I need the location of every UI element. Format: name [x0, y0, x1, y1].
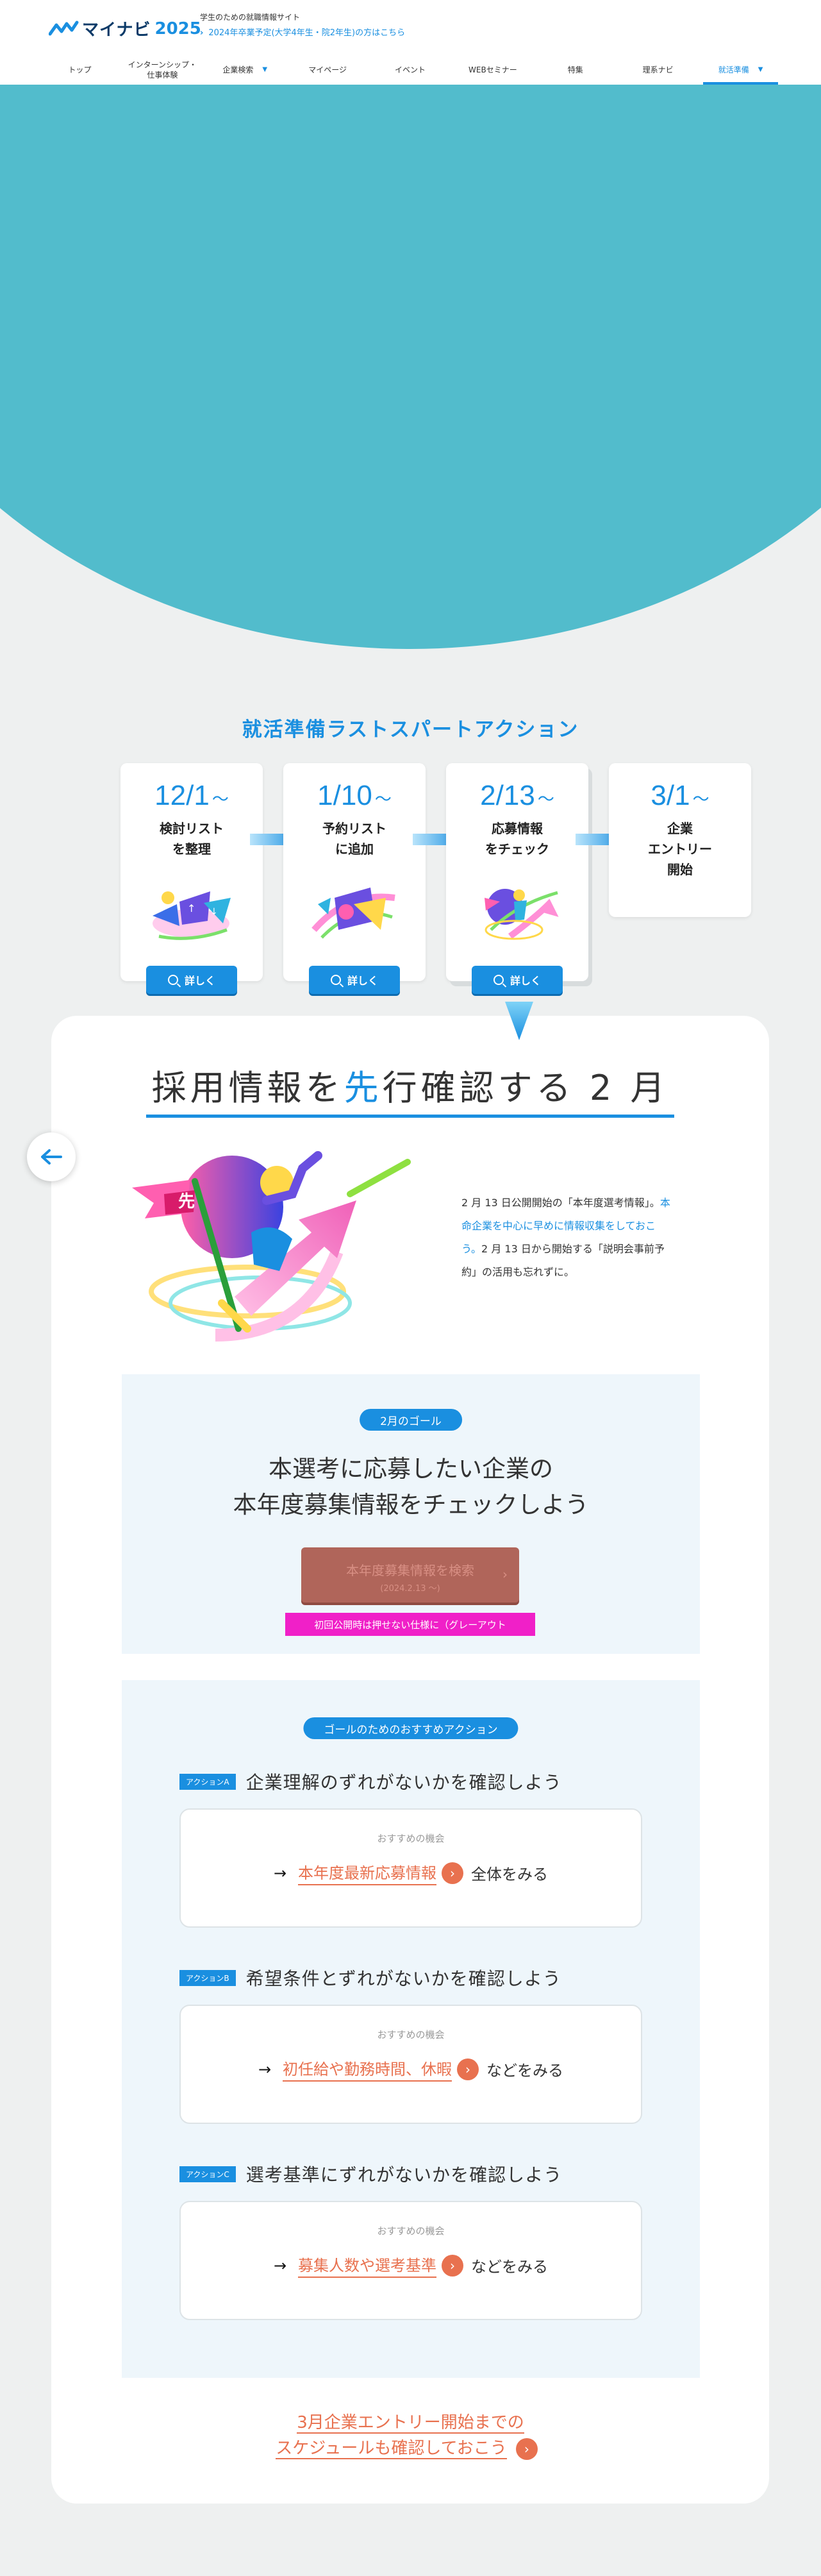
chevron-right-icon[interactable]: › — [457, 2058, 479, 2080]
step-date: 12/1 ～ — [154, 780, 229, 811]
svg-text:↓: ↓ — [210, 907, 218, 917]
step-date: 3/1 ～ — [651, 780, 709, 811]
action-card-caption: おすすめの機会 — [377, 2225, 445, 2237]
details-button-feb[interactable]: 詳しく — [472, 966, 563, 994]
search-icon — [167, 975, 178, 985]
step-label: 予約リスト に追加 — [322, 821, 386, 857]
section-title: 就活準備ラストスパートアクション — [242, 718, 579, 741]
chevron-right-icon[interactable]: › — [442, 2254, 464, 2277]
february-hero-illustration: 先 — [132, 1151, 411, 1342]
action-tag: アクションA — [179, 1773, 236, 1790]
step-date: 1/10 ～ — [317, 780, 392, 811]
monthly-goal-box: 2月のゴール 本選考に応募したい企業の 本年度募集情報をチェックしよう 本年度募… — [122, 1374, 700, 1654]
list-organize-illustration: ↑ ↓ — [153, 891, 231, 940]
site-tagline: 学生のための就職情報サイト — [200, 13, 301, 22]
step-card-mar: 3/1 ～ 企業 エントリー 開始 — [609, 763, 751, 917]
active-step-pointer — [505, 1002, 533, 1040]
search-icon — [493, 975, 504, 985]
chevron-right-icon: › — [502, 1567, 508, 1582]
action-card-caption: おすすめの機会 — [377, 1833, 445, 1844]
previous-month-button[interactable] — [27, 1132, 76, 1181]
headcount-criteria-link[interactable]: 募集人数や選考基準 — [298, 2253, 437, 2278]
action-a-card: おすすめの機会 → 本年度最新応募情報 › 全体をみる — [179, 1808, 642, 1928]
global-nav: トップ インターンシップ・ 仕事体験 企業検索 ▼ マイページ イベント WEBセ… — [38, 55, 782, 85]
step-label: 企業 エントリー 開始 — [648, 821, 712, 877]
action-a-link-row: → 本年度最新応募情報 › 全体をみる — [181, 1860, 641, 1885]
hero-banner — [0, 85, 821, 649]
step-card-dec: 12/1 ～ 検討リスト を整理 ↑ ↓ 詳しく — [120, 763, 263, 994]
details-button-jan[interactable]: 詳しく — [309, 966, 400, 994]
action-c-link-row: → 募集人数や選考基準 › などをみる — [181, 2253, 641, 2278]
page-headline: 採用情報を先行確認する 2 月 — [151, 1068, 669, 1108]
goal-pill: 2月のゴール — [360, 1409, 462, 1431]
action-tag: アクションB — [179, 1969, 236, 1986]
action-title: 企業理解のずれがないかを確認しよう — [245, 1772, 562, 1793]
disabled-state-note: 初回公開時は押せない仕様に（グレーアウト — [285, 1613, 535, 1636]
action-title: 選考基準にずれがないかを確認しよう — [245, 2164, 563, 2185]
reservation-add-illustration — [311, 888, 395, 939]
step-card-jan: 1/10 ～ 予約リスト に追加 詳しく — [283, 763, 426, 994]
site-header: マイナビ 2025 学生のための就職情報サイト 2024年卒業予定(大学4年生・… — [0, 0, 821, 85]
application-check-illustration — [485, 889, 559, 940]
details-button-dec[interactable]: 詳しく — [146, 966, 237, 994]
logo-text: マイナビ — [82, 21, 151, 40]
nav-item-feature[interactable]: 特集 — [534, 55, 617, 85]
goal-text: 本選考に応募したい企業の 本年度募集情報をチェックしよう — [233, 1455, 589, 1519]
nav-item-web-seminar[interactable]: WEBセミナー — [451, 55, 534, 85]
action-card-caption: おすすめの機会 — [377, 2029, 445, 2041]
action-b-heading: アクションB 希望条件とずれがないかを確認しよう — [179, 1965, 561, 1991]
search-icon — [330, 975, 341, 985]
action-c-card: おすすめの機会 → 募集人数や選考基準 › などをみる — [179, 2201, 642, 2320]
action-tag: アクションC — [179, 2166, 236, 2182]
actions-pill: ゴールのためのおすすめアクション — [303, 1717, 518, 1739]
nav-item-internship[interactable]: インターンシップ・ 仕事体験 — [121, 55, 204, 85]
action-b-link-row: → 初任給や勤務時間、休暇 › などをみる — [181, 2057, 641, 2082]
action-title: 希望条件とずれがないかを確認しよう — [245, 1968, 561, 1989]
arrow-right-icon: → — [258, 2060, 272, 2078]
step-label: 検討リスト を整理 — [160, 821, 224, 857]
svg-text:先: 先 — [178, 1192, 195, 1211]
headline-underline — [146, 1115, 674, 1118]
step-date: 2/13 ～ — [480, 780, 554, 811]
step-label: 応募情報 をチェック — [485, 821, 549, 857]
arrow-right-icon: → — [273, 2256, 287, 2275]
nav-item-event[interactable]: イベント — [369, 55, 452, 85]
february-intro-text: 2 月 13 日公開開始の「本年度選考情報」。本命企業を中心に早めに情報収集をし… — [461, 1197, 670, 1278]
recommended-actions-box: ゴールのためのおすすめアクション アクションA 企業理解のずれがないかを確認しよ… — [122, 1680, 700, 2378]
latest-application-info-link[interactable]: 本年度最新応募情報 — [298, 1860, 437, 1885]
action-c-heading: アクションC 選考基準にずれがないかを確認しよう — [179, 2161, 562, 2187]
action-a-heading: アクションA 企業理解のずれがないかを確認しよう — [179, 1769, 562, 1794]
schedule-link[interactable]: 3月企業エントリー開始までの スケジュールも確認しておこう › — [0, 2410, 821, 2461]
chevron-down-icon: ▼ — [262, 66, 268, 73]
action-b-card: おすすめの機会 → 初任給や勤務時間、休暇 › などをみる — [179, 2005, 642, 2124]
site-logo[interactable]: マイナビ 2025 — [49, 17, 201, 40]
search-recruitment-button[interactable]: 本年度募集情報を検索 (2024.2.13 〜) › — [301, 1547, 519, 1603]
nav-item-company-search[interactable]: 企業検索 ▼ — [204, 55, 286, 85]
logo-wave-icon — [49, 21, 79, 35]
logo-year: 2025 — [154, 19, 201, 38]
nav-item-top[interactable]: トップ — [38, 55, 121, 85]
step-card-feb: 2/13 ～ 応募情報 をチェック 詳しく — [446, 763, 588, 994]
salary-hours-holiday-link[interactable]: 初任給や勤務時間、休暇 — [283, 2057, 452, 2082]
arrow-right-icon: → — [273, 1864, 287, 1882]
chevron-down-icon: ▼ — [758, 66, 763, 73]
chevron-right-icon: › — [515, 2437, 538, 2460]
graduate-notice-link[interactable]: 2024年卒業予定(大学4年生・院2年生)の方はこちら — [200, 26, 405, 38]
nav-item-job-prep[interactable]: 就活準備 ▼ — [699, 55, 782, 85]
svg-text:↑: ↑ — [187, 902, 195, 914]
nav-item-mypage[interactable]: マイページ — [286, 55, 369, 85]
hero-background — [0, 85, 821, 649]
chevron-right-icon[interactable]: › — [442, 1862, 464, 1884]
nav-item-rikei-navi[interactable]: 理系ナビ — [617, 55, 699, 85]
arrow-left-icon — [41, 1149, 62, 1165]
